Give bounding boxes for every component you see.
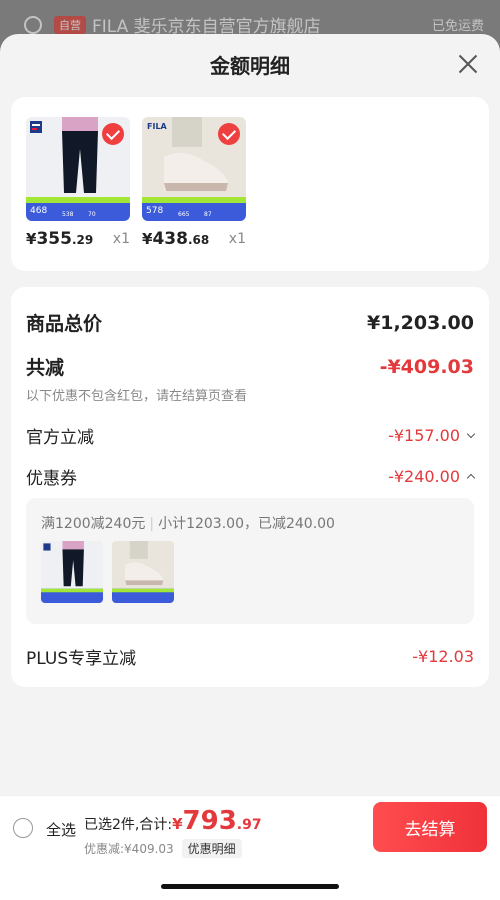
svg-text:578: 578 <box>146 206 163 216</box>
reduction-row: 共减 -¥409.03 <box>26 353 474 380</box>
price-decimal: .68 <box>187 233 210 247</box>
total-label: 商品总价 <box>26 313 103 335</box>
discount-note: 以下优惠不包含红包，请在结算页查看 <box>26 389 248 404</box>
selected-count-text: 已选2件,合计: <box>84 817 173 833</box>
price-currency: ¥ <box>26 230 37 248</box>
svg-text:665: 665 <box>178 211 190 218</box>
svg-text:87: 87 <box>204 211 212 218</box>
svg-text:70: 70 <box>88 211 96 218</box>
coupon-label: 优惠券 <box>26 469 77 489</box>
coupon-rule: 满1200减240元 <box>41 516 146 532</box>
price-integer: 438 <box>152 229 188 249</box>
official-discount-label: 官方立减 <box>26 428 94 448</box>
home-indicator <box>161 884 339 889</box>
amount-detail-sheet: 金额明细 468 538 70 ¥355.29 x1 FILA 578 665 … <box>0 34 500 900</box>
chevron-down-icon[interactable] <box>466 429 476 438</box>
select-all-radio[interactable] <box>13 818 33 838</box>
price-breakdown-card: 商品总价 ¥1,203.00 共减 -¥409.03 以下优惠不包含红包，请在结… <box>11 287 489 687</box>
discount-amount-text: 优惠减:¥409.03 <box>84 842 174 856</box>
total-currency: ¥ <box>172 815 183 833</box>
selected-check-icon[interactable] <box>102 123 124 145</box>
coupon-detail-box: 满1200减240元 | 小计1203.00，已减240.00 <box>26 498 474 624</box>
official-discount-value-wrap[interactable]: -¥157.00 <box>388 426 476 445</box>
separator: | <box>149 516 155 532</box>
plus-discount-label: PLUS专享立减 <box>26 649 137 669</box>
product-thumbnail-shoes[interactable]: FILA 578 665 87 <box>142 117 246 221</box>
total-summary: 已选2件,合计: ¥ 793 .97 <box>84 806 262 836</box>
svg-text:FILA: FILA <box>147 122 168 131</box>
coupon-detail-text: 满1200减240元 | 小计1203.00，已减240.00 <box>41 513 335 533</box>
total-value: ¥1,203.00 <box>367 311 474 334</box>
discount-detail-button[interactable]: 优惠明细 <box>181 839 242 858</box>
total-decimal: .97 <box>236 817 262 833</box>
shoes-image <box>112 541 174 603</box>
coupon-value-wrap[interactable]: -¥240.00 <box>388 467 476 486</box>
coupon-value: -¥240.00 <box>388 467 460 486</box>
coupon-row[interactable]: 优惠券 -¥240.00 <box>26 464 476 489</box>
total-row: 商品总价 ¥1,203.00 <box>26 309 474 336</box>
official-discount-value: -¥157.00 <box>388 426 460 445</box>
product-thumbnail-pants[interactable]: 468 538 70 <box>26 117 130 221</box>
product-item[interactable]: FILA 578 665 87 ¥438.68 x1 <box>142 117 246 251</box>
close-icon[interactable] <box>456 52 480 76</box>
coupon-product-thumbnail-shoes <box>112 541 174 603</box>
product-quantity: x1 <box>112 231 130 247</box>
background-radio-icon <box>24 15 42 34</box>
plus-discount-value: -¥12.03 <box>412 647 474 666</box>
sheet-title: 金额明细 <box>210 54 290 78</box>
selected-check-icon[interactable] <box>218 123 240 145</box>
product-item[interactable]: 468 538 70 ¥355.29 x1 <box>26 117 130 251</box>
product-quantity: x1 <box>228 231 246 247</box>
svg-text:468: 468 <box>30 206 47 216</box>
product-price-row: ¥438.68 x1 <box>142 229 246 251</box>
price-integer: 355 <box>36 229 72 249</box>
price-decimal: .29 <box>71 233 94 247</box>
svg-text:538: 538 <box>62 211 74 218</box>
reduction-value: -¥409.03 <box>379 355 474 378</box>
price-currency: ¥ <box>142 230 153 248</box>
products-card: 468 538 70 ¥355.29 x1 FILA 578 665 87 ¥4… <box>11 97 489 271</box>
select-all-label[interactable]: 全选 <box>46 819 76 840</box>
official-discount-row[interactable]: 官方立减 -¥157.00 <box>26 423 476 448</box>
plus-discount-row: PLUS专享立减 -¥12.03 <box>26 644 474 669</box>
chevron-up-icon[interactable] <box>466 473 476 483</box>
self-operated-badge: 自营 <box>54 15 86 34</box>
product-price-row: ¥355.29 x1 <box>26 229 130 251</box>
coupon-summary: 小计1203.00，已减240.00 <box>158 516 335 532</box>
discount-summary-line: 优惠减:¥409.03 优惠明细 <box>84 839 242 858</box>
background-shipping-text: 已免运费 <box>431 19 484 34</box>
reduction-label: 共减 <box>26 357 65 379</box>
coupon-product-thumbnail-pants <box>41 541 103 603</box>
pants-image <box>41 541 103 603</box>
total-integer: 793 <box>182 806 237 836</box>
checkout-button[interactable]: 去结算 <box>373 802 487 852</box>
checkout-bar: 全选 已选2件,合计: ¥ 793 .97 优惠减:¥409.03 优惠明细 去… <box>0 795 500 900</box>
